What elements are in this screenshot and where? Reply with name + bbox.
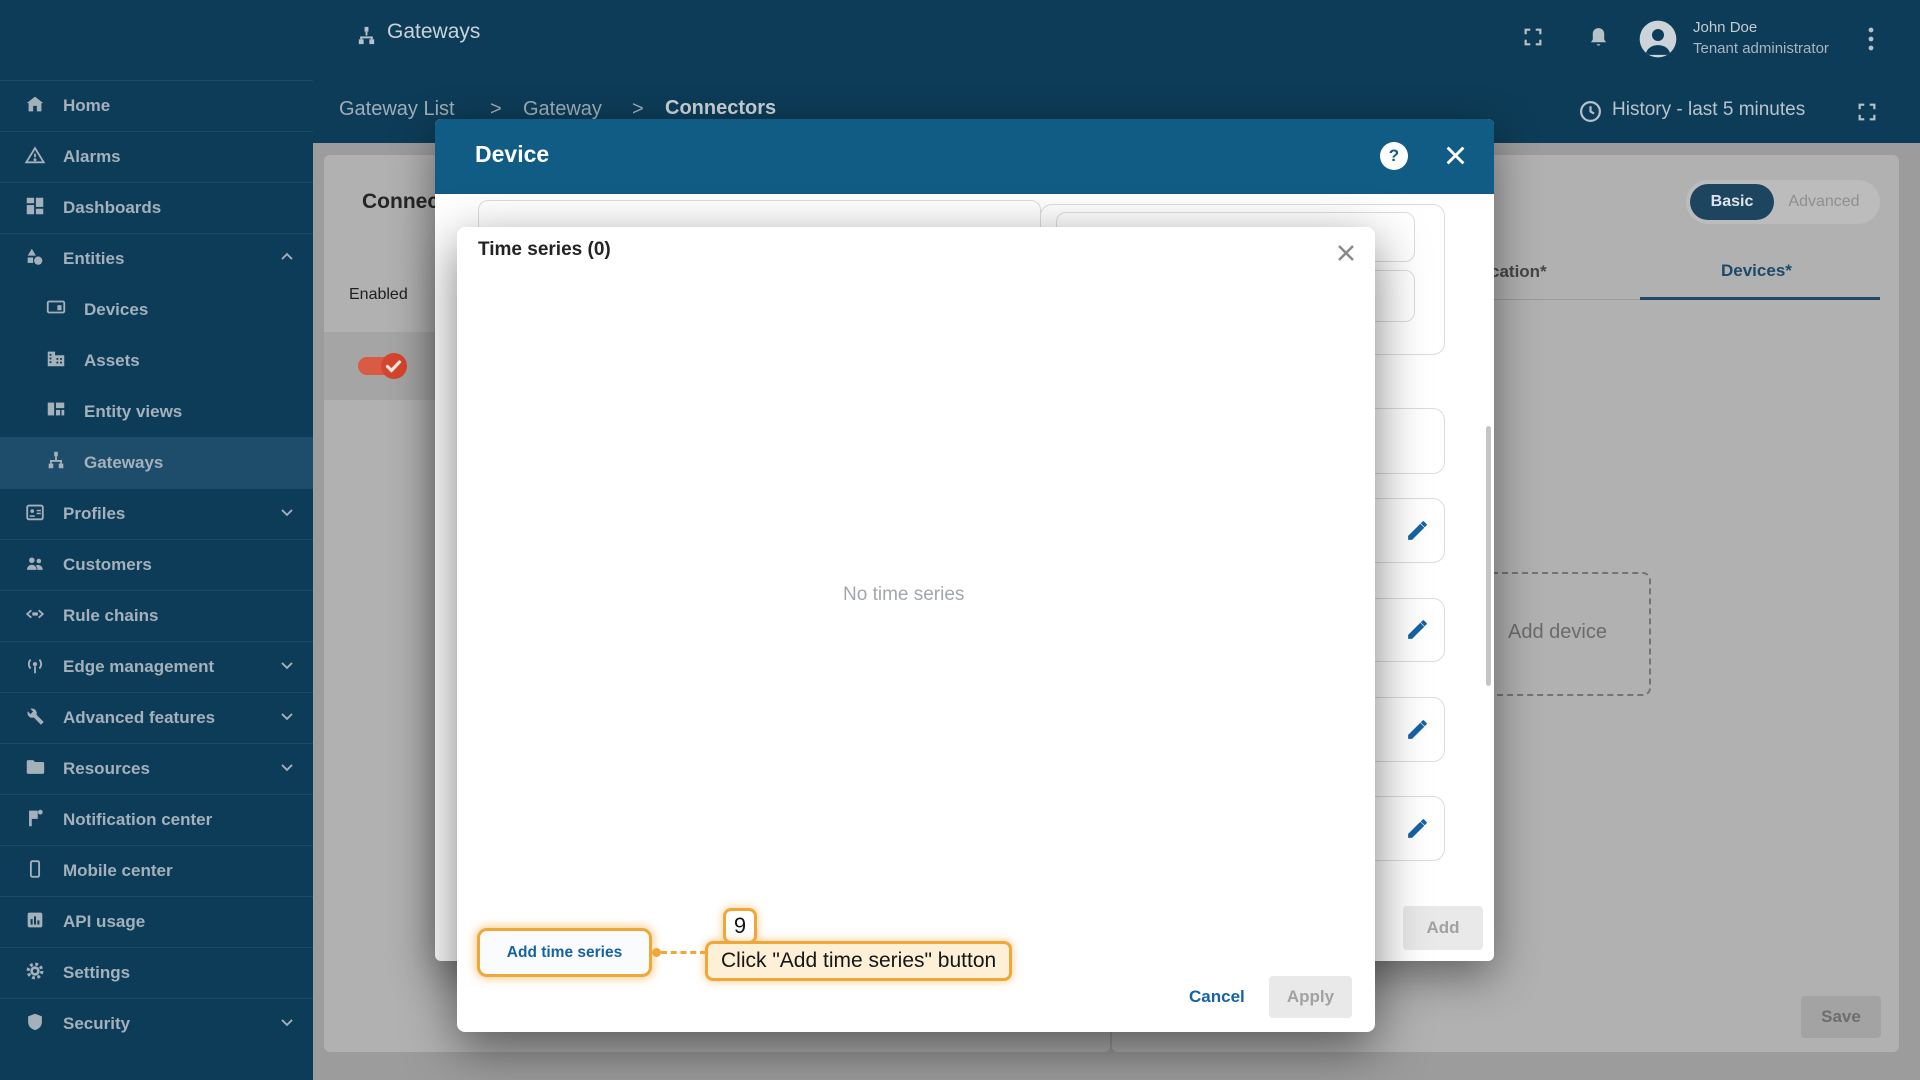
annotation-anchor-dot <box>652 948 661 957</box>
history-range-button[interactable]: History - last 5 minutes <box>1612 99 1805 121</box>
sidebar-item-resources[interactable]: Resources <box>0 743 313 794</box>
mode-toggle-advanced[interactable]: Advanced <box>1774 184 1874 220</box>
sidebar-item-home[interactable]: Home <box>0 80 313 131</box>
entities-icon <box>24 246 46 273</box>
edit-pencil-icon[interactable] <box>1405 518 1430 548</box>
sidebar-item-security[interactable]: Security <box>0 998 313 1049</box>
sidebar-item-notification-center[interactable]: Notification center <box>0 794 313 845</box>
customers-icon <box>24 552 46 579</box>
chevron-down-icon <box>277 1012 297 1037</box>
active-tab-underline <box>1640 297 1880 300</box>
timeseries-dialog-apply-button[interactable]: Apply <box>1269 976 1352 1018</box>
expand-history-icon[interactable] <box>1856 101 1878 128</box>
notifications-bell-icon[interactable] <box>1586 24 1611 56</box>
gateways-title-icon <box>355 24 378 52</box>
shield-icon <box>24 1011 46 1038</box>
connector-enabled-toggle[interactable] <box>356 351 408 386</box>
sidebar-item-alarms[interactable]: Alarms <box>0 131 313 182</box>
sidebar-item-settings[interactable]: Settings <box>0 947 313 998</box>
timeseries-dialog <box>457 227 1375 1032</box>
tab-left-fragment[interactable]: cation* <box>1490 262 1547 282</box>
breadcrumb-separator: > <box>632 98 644 120</box>
mode-toggle-basic[interactable]: Basic <box>1690 184 1774 220</box>
help-icon[interactable]: ? <box>1380 142 1408 170</box>
sidebar-item-devices[interactable]: Devices <box>0 284 313 335</box>
enabled-column-header: Enabled <box>349 286 408 303</box>
tools-icon <box>24 705 46 732</box>
edit-pencil-icon[interactable] <box>1405 617 1430 647</box>
home-icon <box>24 93 46 120</box>
device-dialog-header <box>435 119 1494 194</box>
user-role: Tenant administrator <box>1693 40 1829 57</box>
sidebar-item-edge-management[interactable]: Edge management <box>0 641 313 692</box>
chevron-down-icon <box>277 706 297 731</box>
user-name: John Doe <box>1693 19 1758 36</box>
sidebar-item-api-usage[interactable]: API usage <box>0 896 313 947</box>
avatar[interactable] <box>1638 19 1678 64</box>
device-dialog-add-button[interactable]: Add <box>1403 906 1483 950</box>
annotation-step-badge: 9 <box>723 908 757 944</box>
chevron-down-icon <box>277 757 297 782</box>
sidebar-item-entities[interactable]: Entities <box>0 233 313 284</box>
add-device-label: Add device <box>1508 621 1607 643</box>
folder-icon <box>24 756 46 783</box>
device-dialog-title: Device <box>475 141 550 167</box>
rule-chains-icon <box>24 603 46 630</box>
chevron-up-icon <box>277 247 297 272</box>
flag-icon <box>24 807 46 834</box>
sidebar-item-profiles[interactable]: Profiles <box>0 488 313 539</box>
sidebar-item-advanced-features[interactable]: Advanced features <box>0 692 313 743</box>
save-button[interactable]: Save <box>1801 996 1881 1038</box>
page-title: Gateways <box>387 20 481 43</box>
profiles-icon <box>24 501 46 528</box>
add-time-series-button[interactable]: Add time series <box>477 928 652 977</box>
gateways-icon <box>45 449 67 476</box>
chevron-down-icon <box>277 655 297 680</box>
chevron-down-icon <box>277 502 297 527</box>
screen: ThingsBoard Gateways John Doe Tenant adm… <box>0 0 1920 1080</box>
dashboards-icon <box>24 195 46 222</box>
annotation-tooltip: Click "Add time series" button <box>705 941 1013 981</box>
add-time-series-label: Add time series <box>506 943 623 961</box>
annotation-connector-line <box>661 951 706 954</box>
timeseries-dialog-title: Time series (0) <box>478 239 611 260</box>
sidebar-item-entity-views[interactable]: Entity views <box>0 386 313 437</box>
mobile-icon <box>24 858 46 885</box>
clock-icon <box>1578 99 1603 129</box>
sidebar-item-rule-chains[interactable]: Rule chains <box>0 590 313 641</box>
breadcrumb-gateway[interactable]: Gateway <box>523 98 602 121</box>
sidebar: Home Alarms Dashboards Entities Devices … <box>0 0 313 1080</box>
sidebar-item-customers[interactable]: Customers <box>0 539 313 590</box>
devices-icon <box>45 296 67 323</box>
device-dialog-close-icon[interactable] <box>1442 142 1469 174</box>
sidebar-item-assets[interactable]: Assets <box>0 335 313 386</box>
timeseries-dialog-close-icon[interactable] <box>1334 241 1358 270</box>
empty-timeseries-message: No time series <box>843 584 965 605</box>
fullscreen-icon[interactable] <box>1522 26 1544 53</box>
assets-icon <box>45 347 67 374</box>
breadcrumb-gateway-list[interactable]: Gateway List <box>339 98 455 121</box>
sidebar-item-mobile-center[interactable]: Mobile center <box>0 845 313 896</box>
tab-devices[interactable]: Devices* <box>1721 261 1792 281</box>
breadcrumb-separator: > <box>490 98 502 120</box>
edit-pencil-icon[interactable] <box>1405 816 1430 846</box>
timeseries-dialog-cancel-button[interactable]: Cancel <box>1189 987 1245 1007</box>
sidebar-item-gateways[interactable]: Gateways <box>0 437 313 488</box>
breadcrumb-connectors: Connectors <box>665 97 777 119</box>
entity-views-icon <box>45 398 67 425</box>
edit-pencil-icon[interactable] <box>1405 717 1430 747</box>
kebab-menu-icon[interactable] <box>1864 25 1878 60</box>
sidebar-item-dashboards[interactable]: Dashboards <box>0 182 313 233</box>
gear-icon <box>24 960 46 987</box>
warning-icon <box>24 144 46 171</box>
edge-management-icon <box>24 654 46 681</box>
chart-icon <box>24 909 46 936</box>
dialog-scrollbar[interactable] <box>1486 426 1491 686</box>
